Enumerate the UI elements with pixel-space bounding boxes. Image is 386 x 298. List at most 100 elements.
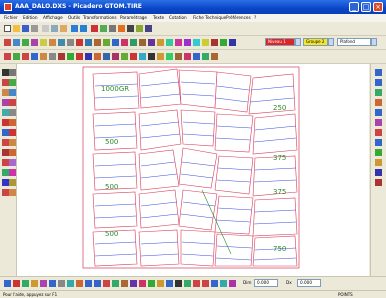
redo-icon[interactable] — [80, 25, 87, 32]
next-view-icon[interactable] — [375, 139, 382, 146]
intersection-icon[interactable] — [2, 119, 9, 126]
pan-icon[interactable] — [375, 109, 382, 116]
ungroup-icon[interactable] — [121, 53, 128, 60]
menu-affichage[interactable]: Affichage — [43, 15, 63, 20]
text-tool-icon[interactable] — [175, 39, 182, 46]
pattern-piece[interactable] — [214, 155, 254, 195]
text-icon[interactable] — [9, 179, 16, 186]
grade-tool-icon[interactable] — [85, 39, 92, 46]
layer-up-icon[interactable] — [148, 53, 155, 60]
menu-help[interactable]: ? — [254, 15, 256, 20]
info-icon[interactable] — [136, 25, 143, 32]
drill-icon[interactable] — [9, 129, 16, 136]
pattern-piece[interactable] — [180, 229, 216, 267]
help-icon[interactable] — [145, 25, 152, 32]
view-zoom-icon[interactable] — [85, 280, 92, 287]
menu-transformations[interactable]: Transformations — [83, 15, 117, 20]
copy-tool-icon[interactable] — [148, 280, 155, 287]
seam-allowance-icon[interactable] — [9, 149, 16, 156]
pattern-piece[interactable] — [138, 109, 182, 151]
piece-dropdown-icon[interactable] — [371, 38, 377, 46]
play-icon[interactable] — [211, 280, 218, 287]
group-icon[interactable] — [112, 53, 119, 60]
pattern-piece[interactable] — [214, 195, 254, 235]
move-tool-icon[interactable] — [112, 39, 119, 46]
join-tool-icon[interactable] — [139, 39, 146, 46]
notch-icon[interactable] — [2, 129, 9, 136]
view-zoom-out-icon[interactable] — [94, 280, 101, 287]
trash-icon[interactable] — [139, 280, 146, 287]
redraw-icon[interactable] — [375, 119, 382, 126]
fillet-tool-icon[interactable] — [229, 39, 236, 46]
group-dropdown-icon[interactable] — [328, 38, 334, 46]
move-up-icon[interactable] — [184, 280, 191, 287]
perpendicular-icon[interactable] — [9, 109, 16, 116]
flip-h-icon[interactable] — [58, 53, 65, 60]
zoom-in-icon[interactable] — [375, 69, 382, 76]
stop-icon[interactable] — [220, 280, 227, 287]
offset-tool-icon[interactable] — [202, 39, 209, 46]
snap-near-icon[interactable] — [49, 280, 56, 287]
seam-tool-icon[interactable] — [148, 39, 155, 46]
dx-field[interactable]: 0.000 — [297, 279, 321, 287]
pattern-piece[interactable] — [248, 73, 296, 115]
open-folder-icon[interactable] — [13, 25, 20, 32]
snap-grid-icon[interactable] — [76, 280, 83, 287]
line-icon[interactable] — [2, 89, 9, 96]
size-table-icon[interactable] — [40, 53, 47, 60]
zoom-out-icon[interactable] — [375, 79, 382, 86]
trim-tool-icon[interactable] — [211, 39, 218, 46]
view-all-icon[interactable] — [103, 280, 110, 287]
save-icon[interactable] — [22, 25, 29, 32]
lock-icon[interactable] — [130, 53, 137, 60]
rotate-tool-icon[interactable] — [103, 39, 110, 46]
group-select[interactable]: Groupe 2 — [303, 38, 328, 46]
pattern-piece[interactable] — [138, 189, 180, 229]
grain-tool-icon[interactable] — [166, 39, 173, 46]
corner-icon[interactable] — [2, 159, 9, 166]
notch-tool-icon[interactable] — [49, 39, 56, 46]
cut-icon[interactable] — [42, 25, 49, 32]
snap-perp-icon[interactable] — [58, 280, 65, 287]
rewind-icon[interactable] — [193, 280, 200, 287]
arrow-left-icon[interactable] — [166, 280, 173, 287]
menu-edition[interactable]: Edition — [23, 15, 38, 20]
pattern-canvas[interactable]: 1000GR 250 500 375 500 375 500 750 — [17, 64, 369, 276]
maximize-button[interactable]: □ — [361, 2, 371, 12]
measure-icon[interactable] — [109, 25, 116, 32]
pattern-piece[interactable] — [214, 233, 254, 267]
menu-fiche-technique[interactable]: Fiche Technique — [193, 15, 226, 20]
midpoint-icon[interactable] — [9, 119, 16, 126]
level-select[interactable]: Niveau 1 — [265, 38, 295, 46]
zoom-window-icon[interactable] — [375, 99, 382, 106]
extend-tool-icon[interactable] — [220, 39, 227, 46]
notes-icon[interactable] — [375, 179, 382, 186]
pattern-piece[interactable] — [138, 149, 180, 191]
fast-forward-icon[interactable] — [202, 280, 209, 287]
paste-icon[interactable] — [60, 25, 67, 32]
angle-icon[interactable] — [9, 189, 16, 196]
dimension-icon[interactable] — [2, 189, 9, 196]
arrow-right-icon[interactable] — [175, 280, 182, 287]
circle-icon[interactable] — [9, 99, 16, 106]
split-piece-icon[interactable] — [2, 169, 9, 176]
marker-icon[interactable] — [31, 53, 38, 60]
grid-icon[interactable] — [127, 25, 134, 32]
rotate-90-icon[interactable] — [76, 53, 83, 60]
pattern-piece[interactable] — [252, 113, 298, 155]
view-page-icon[interactable] — [112, 280, 119, 287]
ruler-icon[interactable] — [121, 280, 128, 287]
close-button[interactable]: × — [373, 2, 383, 12]
menu-texte[interactable]: Texte — [153, 15, 164, 20]
align-icon[interactable] — [94, 53, 101, 60]
snap-center-icon[interactable] — [31, 280, 38, 287]
menu-outils[interactable]: Outils — [68, 15, 80, 20]
pleat-tool-icon[interactable] — [67, 39, 74, 46]
snap-end-icon[interactable] — [13, 280, 20, 287]
dim-field[interactable]: 0.000 — [254, 279, 278, 287]
snap-tangent-icon[interactable] — [67, 280, 74, 287]
pattern-piece[interactable] — [178, 147, 218, 189]
fold-icon[interactable] — [2, 149, 9, 156]
flip-v-icon[interactable] — [67, 53, 74, 60]
menu-preferences[interactable]: Préférences — [226, 15, 251, 20]
